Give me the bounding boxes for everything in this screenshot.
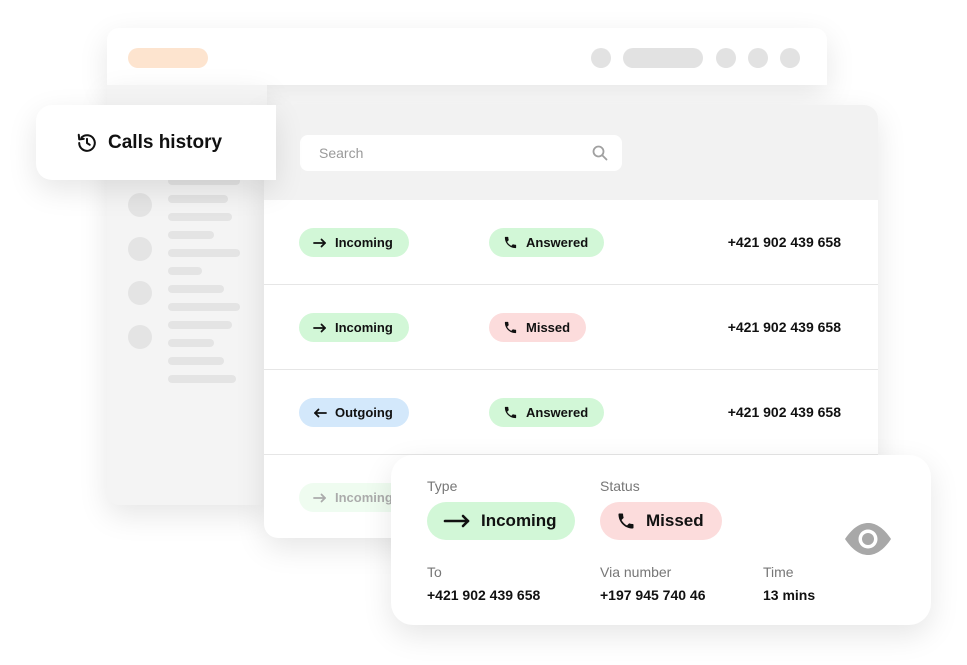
placeholder-dot — [591, 48, 611, 68]
call-detail-card: Type Incoming Status Missed To +421 902 … — [391, 455, 931, 625]
call-row[interactable]: Incoming Missed +421 902 439 658 — [264, 285, 878, 370]
skeleton-line — [168, 339, 214, 347]
placeholder-dot — [748, 48, 768, 68]
to-value: +421 902 439 658 — [427, 587, 541, 603]
skeleton-avatar — [128, 237, 152, 261]
detail-type-value: Incoming — [481, 511, 557, 530]
call-type-label: Incoming — [335, 235, 393, 250]
call-status-badge: Answered — [489, 228, 605, 257]
eye-icon[interactable] — [843, 522, 893, 556]
skeleton-line — [168, 267, 202, 275]
call-type-label: Outgoing — [335, 405, 393, 420]
arrow-right-icon — [313, 323, 326, 332]
skeleton-line — [168, 321, 232, 329]
time-value: 13 mins — [763, 587, 816, 603]
skeleton-line — [168, 213, 232, 221]
status-label: Status — [600, 478, 640, 494]
type-label: Type — [427, 478, 458, 494]
skeleton-line — [168, 303, 240, 311]
calls-history-tab[interactable]: Calls history — [36, 105, 276, 180]
via-number-value: +197 945 740 46 — [600, 587, 706, 603]
arrow-left-icon — [314, 408, 327, 417]
call-type-label: Incoming — [335, 320, 393, 335]
call-type-label: Incoming — [335, 490, 393, 505]
via-number-label: Via number — [600, 564, 672, 580]
call-status-badge: Missed — [489, 313, 587, 342]
detail-status-badge: Missed — [600, 502, 722, 540]
call-status-label: Answered — [526, 405, 589, 420]
call-row[interactable]: Outgoing Answered +421 902 439 658 — [264, 370, 878, 455]
list-header: Search — [264, 105, 878, 200]
call-number: +421 902 439 658 — [727, 234, 841, 250]
call-status-badge: Answered — [489, 398, 605, 427]
detail-type-badge: Incoming — [427, 502, 575, 540]
detail-status-value: Missed — [646, 511, 704, 530]
arrow-right-icon — [443, 514, 470, 528]
arrow-right-icon — [313, 493, 326, 502]
call-status-label: Answered — [526, 235, 589, 250]
search-placeholder: Search — [319, 145, 364, 161]
call-type-badge: Incoming — [299, 313, 409, 342]
call-number: +421 902 439 658 — [727, 404, 841, 420]
skeleton-line — [168, 195, 228, 203]
call-row[interactable]: Incoming Answered +421 902 439 658 — [264, 200, 878, 285]
phone-icon — [504, 406, 517, 419]
placeholder-accent-bar — [128, 48, 208, 68]
calls-history-title: Calls history — [108, 131, 223, 153]
call-type-badge: Incoming — [299, 228, 409, 257]
search-icon[interactable] — [592, 145, 608, 161]
skeleton-line — [168, 357, 224, 365]
skeleton-avatar — [128, 193, 152, 217]
call-type-badge: Outgoing — [299, 398, 409, 427]
skeleton-avatar — [128, 325, 152, 349]
placeholder-dot — [716, 48, 736, 68]
arrow-right-icon — [313, 238, 326, 247]
phone-icon — [618, 513, 634, 529]
skeleton-line — [168, 231, 214, 239]
phone-icon — [504, 321, 517, 334]
skeleton-line — [168, 249, 240, 257]
skeleton-avatar — [128, 281, 152, 305]
search-input[interactable]: Search — [300, 135, 622, 171]
placeholder-bar — [623, 48, 703, 68]
time-label: Time — [763, 564, 794, 580]
call-status-label: Missed — [526, 320, 571, 335]
skeleton-line — [168, 285, 224, 293]
skeleton-line — [168, 375, 236, 383]
background-window — [107, 28, 827, 85]
phone-icon — [504, 236, 517, 249]
call-number: +421 902 439 658 — [727, 319, 841, 335]
history-icon — [77, 133, 96, 152]
to-label: To — [427, 564, 442, 580]
placeholder-dot — [780, 48, 800, 68]
